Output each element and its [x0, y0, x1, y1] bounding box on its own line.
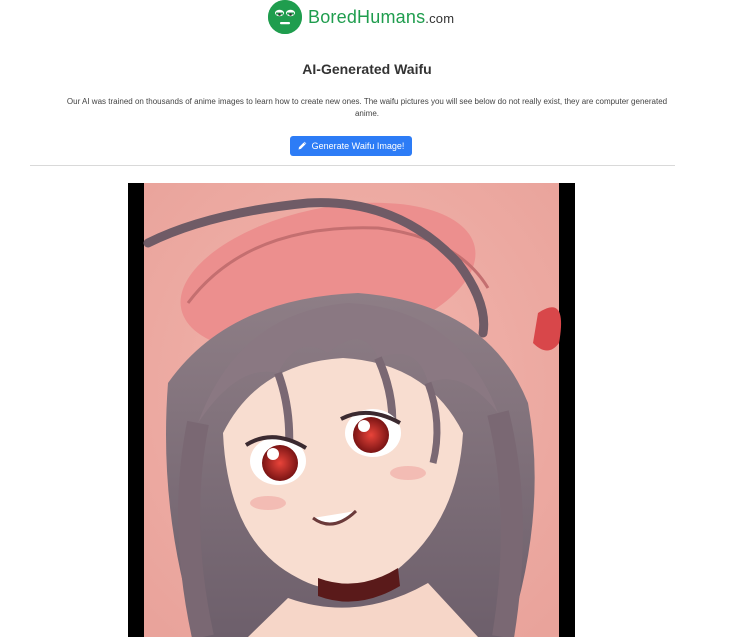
page: BoredHumans.com AI-Generated Waifu Our A… — [0, 0, 734, 637]
divider — [30, 165, 675, 166]
bored-humans-logo[interactable]: BoredHumans.com — [268, 0, 454, 34]
site-header: BoredHumans.com — [0, 0, 734, 36]
generate-waifu-button[interactable]: Generate Waifu Image! — [290, 136, 412, 156]
logo-word-humans: Humans — [357, 6, 426, 27]
logo-wordmark: BoredHumans.com — [308, 7, 454, 28]
smiley-face-icon — [268, 0, 302, 34]
description-line-1: Our AI was trained on thousands of anime… — [66, 97, 668, 106]
generate-waifu-button-label: Generate Waifu Image! — [311, 141, 405, 151]
waifu-image — [128, 183, 575, 637]
page-title: AI-Generated Waifu — [302, 61, 432, 77]
waifu-illustration — [128, 183, 575, 637]
pencil-icon — [298, 141, 307, 152]
description-line-2: anime. — [354, 109, 379, 118]
logo-word-bored: Bored — [308, 6, 358, 27]
page-description: Our AI was trained on thousands of anime… — [0, 96, 734, 120]
logo-word-dotcom: .com — [425, 10, 455, 26]
